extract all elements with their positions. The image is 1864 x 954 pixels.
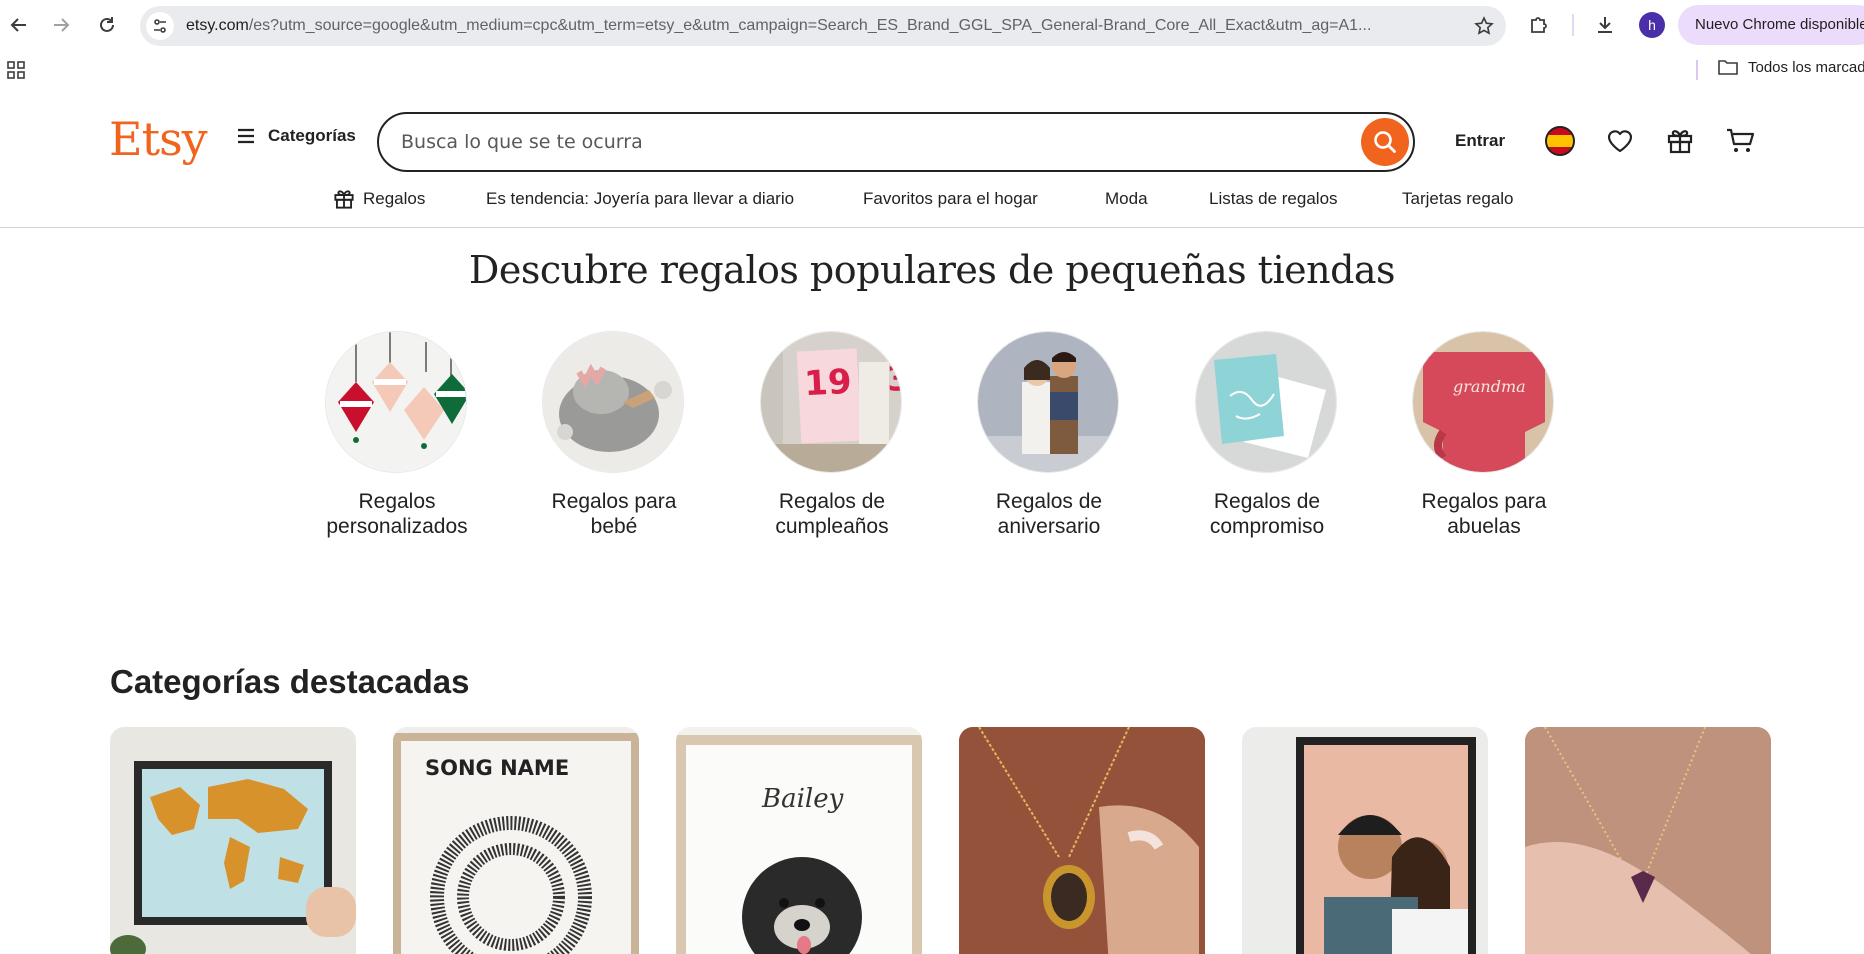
gift-mode-button[interactable] — [1663, 124, 1697, 158]
gift-category-personalized[interactable]: Regalos personalizados — [325, 331, 469, 539]
reload-button[interactable] — [92, 10, 122, 40]
gift-label: Regalos de cumpleaños — [775, 490, 889, 538]
site-info-button[interactable] — [146, 12, 174, 40]
star-icon — [1474, 16, 1494, 35]
gift-label: Regalos personalizados — [326, 490, 468, 538]
address-bar[interactable]: etsy.com/es?utm_source=google&utm_medium… — [140, 6, 1506, 46]
gem-necklace-image — [1525, 727, 1771, 954]
cart-button[interactable] — [1723, 124, 1757, 158]
gift-image — [542, 331, 684, 473]
language-currency-button[interactable] — [1543, 124, 1577, 158]
subnav-trending-jewelry[interactable]: Es tendencia: Joyería para llevar a diar… — [486, 186, 794, 212]
category-subnav: Regalos Es tendencia: Joyería para lleva… — [0, 186, 1864, 228]
gift-category-baby[interactable]: Regalos para bebé — [542, 331, 686, 539]
subnav-fashion[interactable]: Moda — [1105, 186, 1148, 212]
gift-label: Regalos para abuelas — [1421, 490, 1547, 538]
locket-necklace-image — [959, 727, 1205, 954]
engagement-card-image — [1196, 332, 1336, 472]
url-text: etsy.com/es?utm_source=google&utm_medium… — [186, 17, 1372, 34]
bookmarks-folder-label: Todos los marcadores — [1748, 58, 1864, 76]
gift-image: grandma — [1412, 331, 1554, 473]
gift-image — [977, 331, 1119, 473]
gift-category-engagement[interactable]: Regalos de compromiso — [1195, 331, 1339, 539]
category-card-world-map[interactable] — [110, 727, 356, 954]
tune-icon — [154, 19, 166, 33]
search-bar — [377, 112, 1415, 172]
folder-icon — [1718, 60, 1738, 75]
gift-category-birthday[interactable]: 19 93 Regalos de cumpleaños — [760, 331, 904, 539]
hero-title: Descubre regalos populares de pequeñas t… — [468, 248, 1396, 292]
gift-image — [1195, 331, 1337, 473]
categories-label: Categorías — [268, 126, 356, 145]
favorites-button[interactable] — [1603, 124, 1637, 158]
search-button[interactable] — [1361, 118, 1409, 166]
gift-label: Regalos de aniversario — [995, 490, 1103, 538]
couple-portrait-image — [1242, 727, 1488, 954]
gift-category-anniversary[interactable]: Regalos de aniversario — [977, 331, 1121, 539]
grandma-sweatshirt-image: grandma — [1413, 332, 1553, 472]
downloads-button[interactable] — [1590, 10, 1620, 40]
gift-category-grandma[interactable]: grandma Regalos para abuelas — [1412, 331, 1556, 539]
gift-icon — [1667, 130, 1693, 154]
gift-label: Regalos para bebé — [551, 490, 677, 538]
puzzle-icon — [1531, 17, 1547, 33]
category-card-gem-necklace[interactable] — [1525, 727, 1771, 954]
gift-image — [325, 331, 467, 473]
header-divider — [0, 227, 1864, 228]
chrome-update-button[interactable]: Nuevo Chrome disponible — [1678, 5, 1864, 45]
forward-button[interactable] — [46, 10, 76, 40]
forward-arrow-icon — [54, 18, 70, 32]
subnav-gifts[interactable]: Regalos — [333, 186, 425, 212]
subnav-gift-lists[interactable]: Listas de regalos — [1209, 186, 1338, 212]
all-bookmarks-folder[interactable]: Todos los marcadores — [1718, 58, 1864, 76]
category-card-song-print[interactable]: SONG NAME — [393, 727, 639, 954]
featured-categories-title: Categorías destacadas — [110, 663, 470, 700]
subnav-home-favorites[interactable]: Favoritos para el hogar — [863, 186, 1038, 212]
reload-icon — [100, 17, 114, 32]
gift-icon — [334, 190, 354, 209]
heart-icon — [1607, 130, 1633, 153]
spain-flag-icon — [1545, 126, 1575, 156]
category-card-pet-portrait[interactable]: Bailey — [676, 727, 922, 954]
sweatshirt-text: grandma — [1453, 377, 1526, 396]
download-icon — [1598, 17, 1612, 33]
baby-blanket-image — [543, 332, 683, 472]
birthday-poster-image: 19 93 — [761, 332, 901, 472]
pet-portrait-image: Bailey — [676, 727, 922, 954]
sign-in-button[interactable]: Entrar — [1455, 131, 1505, 151]
back-arrow-icon — [10, 18, 26, 32]
extensions-button[interactable] — [1524, 10, 1554, 40]
apps-grid-icon[interactable] — [6, 60, 26, 80]
wooden-couple-image — [978, 332, 1118, 472]
cart-icon — [1727, 128, 1755, 152]
bookmarks-bar: Todos los marcadores — [0, 50, 1864, 92]
song-print-title: SONG NAME — [425, 756, 569, 780]
bookmarks-separator — [1696, 60, 1698, 80]
search-icon — [1374, 131, 1396, 153]
back-button[interactable] — [4, 10, 34, 40]
search-input[interactable] — [401, 126, 1301, 158]
category-card-locket[interactable] — [959, 727, 1205, 954]
subnav-gift-cards[interactable]: Tarjetas regalo — [1402, 186, 1514, 212]
categories-button[interactable]: Categorías — [236, 126, 356, 146]
hamburger-menu-icon — [238, 128, 254, 144]
pet-name-text: Bailey — [761, 784, 844, 814]
bookmark-star-button[interactable] — [1472, 14, 1496, 38]
gift-image: 19 93 — [760, 331, 902, 473]
gift-label: Regalos de compromiso — [1209, 490, 1325, 538]
profile-avatar[interactable]: h — [1639, 12, 1665, 38]
subnav-gifts-label: Regalos — [363, 189, 426, 208]
world-map-image — [110, 727, 356, 954]
toolbar-separator — [1572, 14, 1574, 36]
category-card-couple-portrait[interactable] — [1242, 727, 1488, 954]
etsy-logo[interactable]: Etsy — [109, 113, 208, 165]
song-print-image: SONG NAME — [393, 727, 639, 954]
browser-toolbar: etsy.com/es?utm_source=google&utm_medium… — [0, 0, 1864, 50]
ornaments-image — [326, 332, 466, 472]
